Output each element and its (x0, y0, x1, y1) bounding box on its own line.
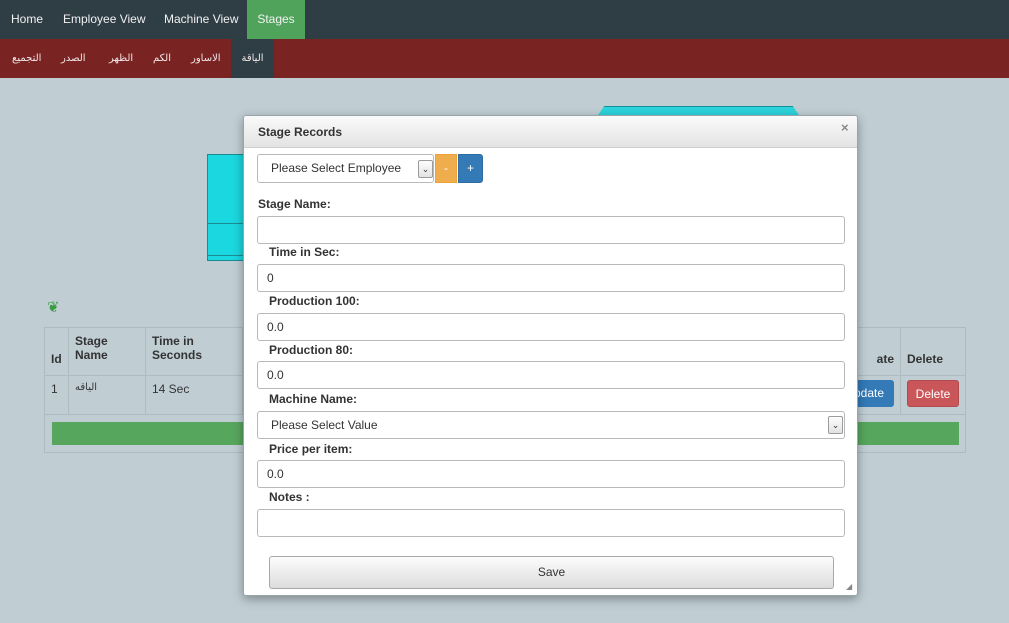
nav-stages[interactable]: Stages (247, 0, 305, 39)
remove-employee-button[interactable]: - (435, 154, 457, 183)
leaf-icon[interactable]: ❦ (47, 298, 60, 316)
header-stage-name: Stage Name (69, 328, 146, 375)
employee-select[interactable]: Please Select Employee ⌄ (257, 154, 434, 183)
stage-records-modal: Stage Records × Please Select Employee ⌄… (243, 115, 858, 596)
header-id: Id (45, 328, 69, 375)
stage-subnav: التجميع الصدر الظهر الكم الاساور الياقة (0, 39, 1009, 78)
row-id: 1 (45, 376, 69, 414)
close-icon[interactable]: × (841, 120, 849, 135)
delete-button[interactable]: Delete (907, 380, 959, 407)
machine-select[interactable]: Please Select Value ⌄ (257, 411, 845, 439)
production-100-label: Production 100: (269, 294, 360, 308)
nav-machine-view[interactable]: Machine View (154, 0, 248, 39)
row-stage-name: الياقه (69, 376, 146, 414)
price-input[interactable]: 0.0 (257, 460, 845, 488)
top-nav: Home Employee View Machine View Stages (0, 0, 1009, 39)
price-label: Price per item: (269, 442, 353, 456)
production-100-input[interactable]: 0.0 (257, 313, 845, 341)
subnav-item-cuffs[interactable]: الاساور (179, 39, 233, 78)
header-delete: Delete (907, 352, 944, 366)
time-label: Time in Sec: (269, 245, 340, 259)
row-time: 14 Sec (146, 376, 243, 414)
add-employee-button[interactable]: + (458, 154, 483, 183)
chevron-down-icon: ⌄ (418, 160, 433, 178)
resize-grip-icon[interactable]: ◢ (846, 583, 854, 591)
header-update: ate (853, 328, 901, 375)
modal-header[interactable]: Stage Records × (244, 116, 857, 148)
production-80-label: Production 80: (269, 343, 354, 357)
notes-label: Notes : (269, 490, 310, 504)
subnav-item-sleeve[interactable]: الكم (141, 39, 183, 78)
notes-input[interactable] (257, 509, 845, 537)
subnav-item-assembly[interactable]: التجميع (0, 39, 53, 78)
modal-title: Stage Records (258, 125, 343, 139)
machine-name-label: Machine Name: (269, 392, 358, 406)
time-input[interactable]: 0 (257, 264, 845, 292)
nav-home[interactable]: Home (1, 0, 53, 39)
subnav-item-collar[interactable]: الياقة (231, 39, 274, 78)
nav-employee-view[interactable]: Employee View (53, 0, 156, 39)
subnav-item-chest[interactable]: الصدر (49, 39, 98, 78)
chevron-down-icon: ⌄ (828, 416, 843, 434)
production-80-input[interactable]: 0.0 (257, 361, 845, 389)
subnav-item-back[interactable]: الظهر (97, 39, 145, 78)
save-button[interactable]: Save (269, 556, 834, 589)
header-time: Time in Seconds (146, 328, 243, 375)
stage-name-input[interactable] (257, 216, 845, 244)
garment-diagram-sleeve (207, 154, 247, 261)
stage-name-label: Stage Name: (258, 197, 331, 211)
